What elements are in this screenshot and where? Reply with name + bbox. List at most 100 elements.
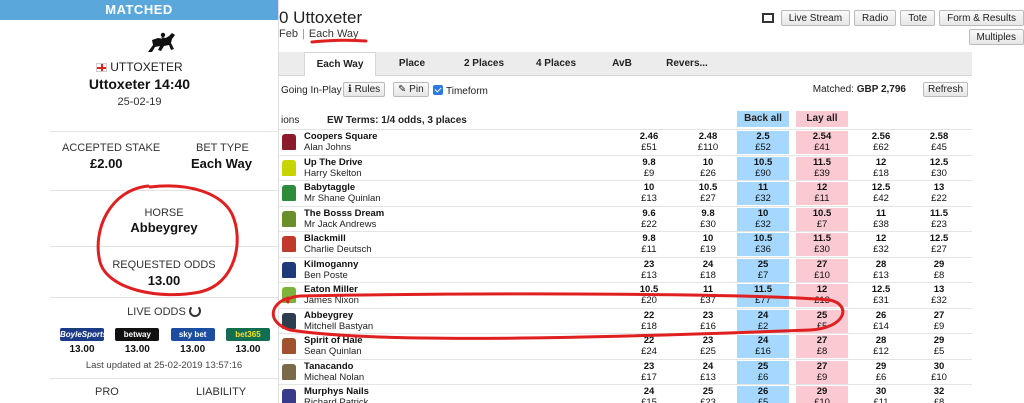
back-price-cell[interactable]: 25 £23 <box>682 386 734 403</box>
live-stream-button[interactable]: Live Stream <box>780 10 851 26</box>
runner-name[interactable]: Murphys Nails <box>304 386 369 397</box>
lay-price-cell[interactable]: 11.5 £39 <box>796 156 848 180</box>
lay-price-cell[interactable]: 2.58 £45 <box>913 131 965 154</box>
tab-each-way[interactable]: Each Way <box>304 52 376 76</box>
back-price-cell[interactable]: 10.5 £90 <box>737 156 789 180</box>
runner-name[interactable]: Kilmoganny <box>304 259 358 270</box>
lay-price-cell[interactable]: 27 £9 <box>796 360 848 384</box>
bookie-bet365[interactable]: bet365 13.00 <box>225 328 270 355</box>
tab-2-places[interactable]: 2 Places <box>448 52 520 76</box>
back-price-cell[interactable]: 2.5 £52 <box>737 131 789 154</box>
lay-price-cell[interactable]: 29 £8 <box>913 259 965 282</box>
back-price-cell[interactable]: 10 £13 <box>623 182 675 205</box>
runner-name[interactable]: Coopers Square <box>304 131 377 142</box>
back-price-cell[interactable]: 10 £19 <box>682 233 734 256</box>
refresh-button[interactable]: Refresh <box>922 82 968 97</box>
runner-name[interactable]: The Bosss Dream <box>304 208 384 219</box>
lay-price-cell[interactable]: 12 £13 <box>796 284 848 307</box>
back-price-cell[interactable]: 11.5 £77 <box>737 284 789 307</box>
lay-price-cell[interactable]: 27 £10 <box>796 258 848 282</box>
back-price-cell[interactable]: 22 £24 <box>623 335 675 358</box>
back-price-cell[interactable]: 9.6 £22 <box>623 208 675 231</box>
back-price-cell[interactable]: 22 £18 <box>623 310 675 333</box>
back-price-cell[interactable]: 25 £6 <box>737 360 789 384</box>
lay-price-cell[interactable]: 30 £10 <box>913 361 965 384</box>
back-price-cell[interactable]: 23 £17 <box>623 361 675 384</box>
back-price-cell[interactable]: 23 £25 <box>682 335 734 358</box>
lay-price-cell[interactable]: 26 £14 <box>855 310 907 333</box>
back-price-cell[interactable]: 9.8 £9 <box>623 157 675 180</box>
runner-name[interactable]: Blackmill <box>304 233 346 244</box>
lay-price-cell[interactable]: 12.5 £42 <box>855 182 907 205</box>
back-price-cell[interactable]: 10 £32 <box>737 207 789 231</box>
back-price-cell[interactable]: 23 £13 <box>623 259 675 282</box>
runner-name[interactable]: Up The Drive <box>304 157 363 168</box>
lay-price-cell[interactable]: 10.5 £7 <box>796 207 848 231</box>
lay-price-cell[interactable]: 27 £9 <box>913 310 965 333</box>
tv-icon[interactable] <box>761 13 774 23</box>
lay-price-cell[interactable]: 30 £11 <box>855 386 907 403</box>
rules-button[interactable]: ℹ Rules <box>343 82 386 97</box>
each-way-link[interactable]: Each Way <box>309 28 359 40</box>
lay-price-cell[interactable]: 27 £8 <box>796 335 848 358</box>
refresh-icon[interactable] <box>188 305 201 317</box>
back-price-cell[interactable]: 24 £2 <box>737 309 789 333</box>
timeform-toggle[interactable]: Timeform <box>433 85 488 97</box>
lay-price-cell[interactable]: 29 £6 <box>855 361 907 384</box>
lay-all-button[interactable]: Lay all <box>796 111 848 127</box>
lay-price-cell[interactable]: 12 £11 <box>796 182 848 205</box>
lay-price-cell[interactable]: 29 £10 <box>796 386 848 403</box>
back-price-cell[interactable]: 9.8 £11 <box>623 233 675 256</box>
back-price-cell[interactable]: 25 £7 <box>737 258 789 282</box>
back-price-cell[interactable]: 24 £15 <box>623 386 675 403</box>
back-price-cell[interactable]: 11 £37 <box>682 284 734 307</box>
lay-price-cell[interactable]: 2.54 £41 <box>796 131 848 154</box>
lay-price-cell[interactable]: 28 £12 <box>855 335 907 358</box>
lay-price-cell[interactable]: 12.5 £30 <box>913 157 965 180</box>
lay-price-cell[interactable]: 12 £32 <box>855 233 907 256</box>
bookie-betway[interactable]: betway 13.00 <box>115 328 160 355</box>
lay-price-cell[interactable]: 28 £13 <box>855 259 907 282</box>
pin-button[interactable]: ✎ Pin <box>393 82 429 97</box>
form-results-button[interactable]: Form & Results <box>939 10 1024 26</box>
back-price-cell[interactable]: 11 £32 <box>737 182 789 205</box>
bookie-boylesports[interactable]: BoyleSports 13.00 <box>60 328 107 355</box>
lay-price-cell[interactable]: 13 £22 <box>913 182 965 205</box>
back-price-cell[interactable]: 10.5 £20 <box>623 284 675 307</box>
multiples-button[interactable]: Multiples <box>968 29 1024 45</box>
runner-name[interactable]: Tanacando <box>304 361 353 372</box>
lay-price-cell[interactable]: 2.56 £62 <box>855 131 907 154</box>
lay-price-cell[interactable]: 32 £8 <box>913 386 965 403</box>
lay-price-cell[interactable]: 11 £38 <box>855 208 907 231</box>
lay-price-cell[interactable]: 11.5 £23 <box>913 208 965 231</box>
back-price-cell[interactable]: 24 £18 <box>682 259 734 282</box>
tote-button[interactable]: Tote <box>900 10 936 26</box>
tab-place[interactable]: Place <box>376 52 448 76</box>
checkbox-checked-icon[interactable] <box>433 85 443 95</box>
back-price-cell[interactable]: 10.5 £36 <box>737 233 789 256</box>
bookie-skybet[interactable]: sky bet 13.00 <box>170 328 215 355</box>
tab-avb[interactable]: AvB <box>592 52 652 76</box>
runner-name[interactable]: Eaton Miller <box>304 284 358 295</box>
lay-price-cell[interactable]: 29 £5 <box>913 335 965 358</box>
runner-name[interactable]: Spirit of Hale <box>304 335 363 346</box>
back-price-cell[interactable]: 10.5 £27 <box>682 182 734 205</box>
back-price-cell[interactable]: 9.8 £30 <box>682 208 734 231</box>
back-price-cell[interactable]: 24 £13 <box>682 361 734 384</box>
back-price-cell[interactable]: 24 £16 <box>737 335 789 358</box>
back-price-cell[interactable]: 10 £26 <box>682 157 734 180</box>
lay-price-cell[interactable]: 11.5 £30 <box>796 233 848 256</box>
back-price-cell[interactable]: 2.46 £51 <box>623 131 675 154</box>
tab-reverse[interactable]: Revers... <box>652 52 722 76</box>
back-price-cell[interactable]: 26 £5 <box>737 386 789 403</box>
runner-name[interactable]: Babytaggle <box>304 182 355 193</box>
back-all-button[interactable]: Back all <box>737 111 789 127</box>
lay-price-cell[interactable]: 25 £5 <box>796 309 848 333</box>
tab-4-places[interactable]: 4 Places <box>520 52 592 76</box>
runner-name[interactable]: Abbeygrey <box>304 310 353 321</box>
back-price-cell[interactable]: 23 £16 <box>682 310 734 333</box>
radio-button[interactable]: Radio <box>854 10 897 26</box>
back-price-cell[interactable]: 2.48 £110 <box>682 131 734 154</box>
lay-price-cell[interactable]: 13 £32 <box>913 284 965 307</box>
lay-price-cell[interactable]: 12 £18 <box>855 157 907 180</box>
